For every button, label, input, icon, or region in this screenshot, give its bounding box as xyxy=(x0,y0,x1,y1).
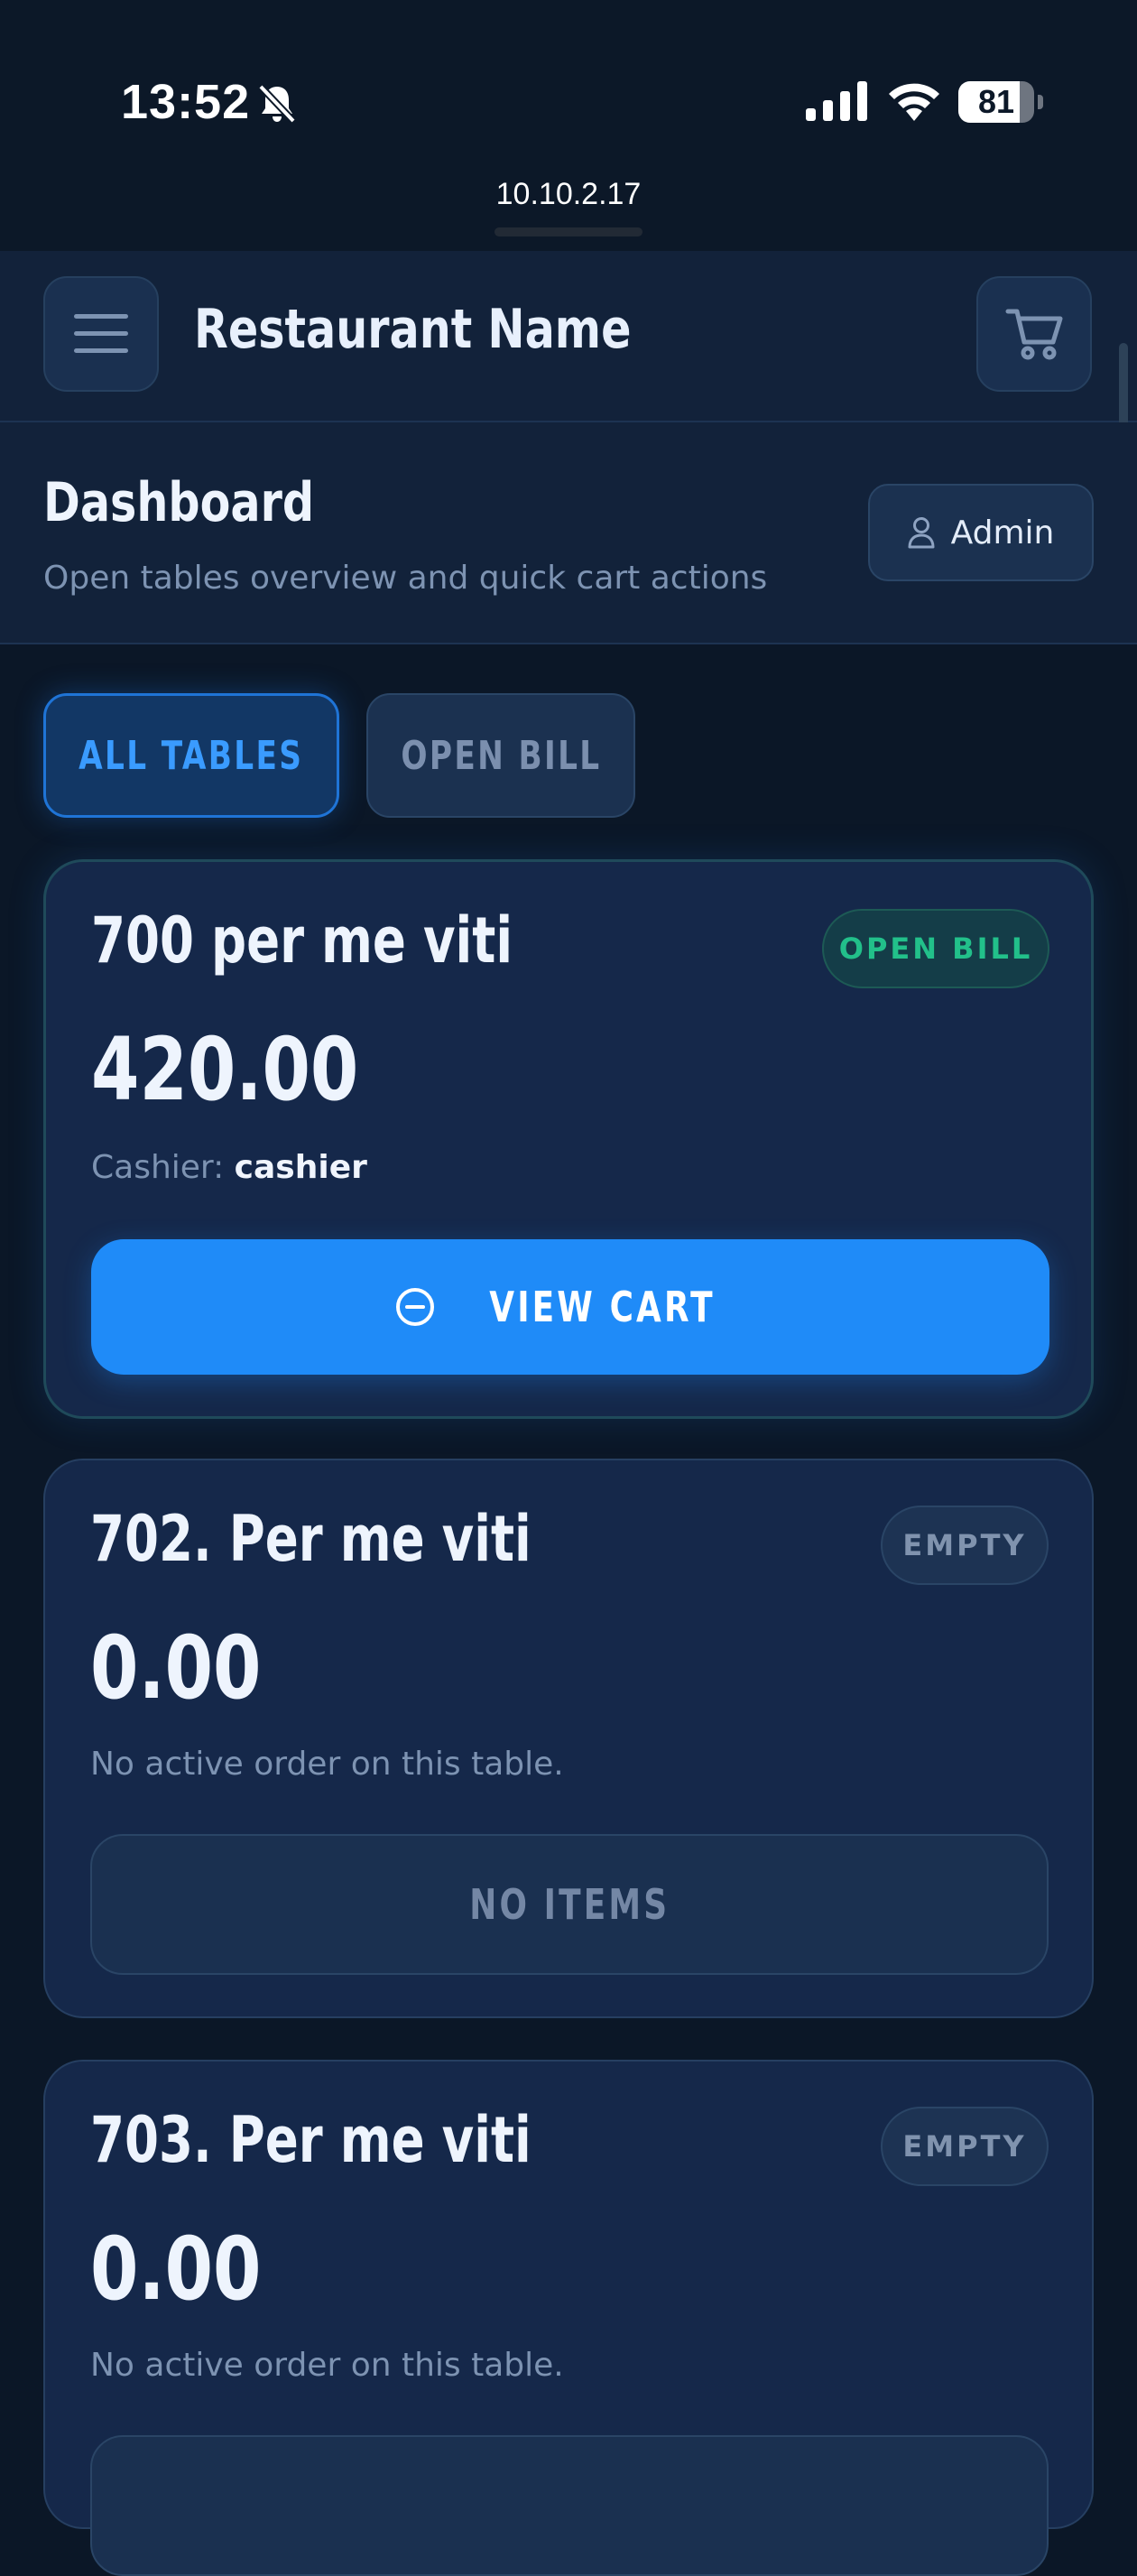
page-subtitle: Open tables overview and quick cart acti… xyxy=(43,560,768,597)
table-amount: 420.00 xyxy=(91,1019,359,1120)
table-card: 702. Per me viti EMPTY 0.00 No active or… xyxy=(43,1459,1094,2018)
tab-all-tables-label: ALL TABLES xyxy=(79,732,304,779)
cart-button[interactable] xyxy=(976,276,1092,392)
shopping-cart-icon xyxy=(1005,309,1063,360)
user-label: Admin xyxy=(950,514,1055,551)
table-name: 700 per me viti xyxy=(91,903,513,978)
url-underline xyxy=(495,227,642,236)
user-button[interactable]: Admin xyxy=(868,484,1094,581)
no-items-button[interactable]: NO ITEMS xyxy=(90,1834,1049,1975)
view-cart-button[interactable]: VIEW CART xyxy=(91,1239,1049,1375)
status-bar: 13:52 81 10.10.2.17 xyxy=(0,0,1137,251)
tab-open-bill-label: OPEN BILL xyxy=(400,732,602,779)
hamburger-menu-icon xyxy=(74,314,128,353)
minus-circle-icon xyxy=(395,1288,434,1326)
status-time: 13:52 xyxy=(121,75,251,129)
no-items-label: NO ITEMS xyxy=(469,1880,670,1929)
battery-icon: 81 xyxy=(958,81,1045,123)
page-header: Dashboard Open tables overview and quick… xyxy=(0,422,1137,644)
table-amount: 0.00 xyxy=(90,1617,262,1719)
tab-all-tables[interactable]: ALL TABLES xyxy=(43,693,339,818)
battery-tip xyxy=(1038,95,1043,109)
table-card: 703. Per me viti EMPTY 0.00 No active or… xyxy=(43,2060,1094,2576)
battery-percent: 81 xyxy=(977,83,1015,120)
wifi-icon xyxy=(889,83,939,121)
cashier-name: cashier xyxy=(234,1149,367,1186)
app-title: Restaurant Name xyxy=(194,298,632,361)
cashier-label: Cashier: xyxy=(91,1149,225,1186)
table-note: No active order on this table. xyxy=(90,2347,564,2384)
url-label[interactable]: 10.10.2.17 xyxy=(0,177,1137,212)
user-icon xyxy=(908,517,935,549)
table-name: 703. Per me viti xyxy=(90,2103,532,2177)
card-action-button[interactable] xyxy=(90,2435,1049,2576)
status-badge: EMPTY xyxy=(881,1506,1049,1585)
table-card: 700 per me viti OPEN BILL 420.00 Cashier… xyxy=(43,859,1094,1419)
signal-icon xyxy=(806,81,867,121)
cashier-info: Cashier: cashier xyxy=(91,1149,367,1186)
table-name: 702. Per me viti xyxy=(90,1502,532,1576)
tab-open-bill[interactable]: OPEN BILL xyxy=(366,693,635,818)
table-note: No active order on this table. xyxy=(90,1746,564,1783)
page-title: Dashboard xyxy=(43,471,315,534)
status-badge: OPEN BILL xyxy=(822,909,1049,988)
app-bar: Restaurant Name xyxy=(0,251,1137,422)
bell-slash-icon xyxy=(258,84,296,124)
view-cart-label: VIEW CART xyxy=(488,1283,716,1331)
menu-button[interactable] xyxy=(43,276,159,392)
table-amount: 0.00 xyxy=(90,2219,262,2320)
status-badge: EMPTY xyxy=(881,2107,1049,2186)
